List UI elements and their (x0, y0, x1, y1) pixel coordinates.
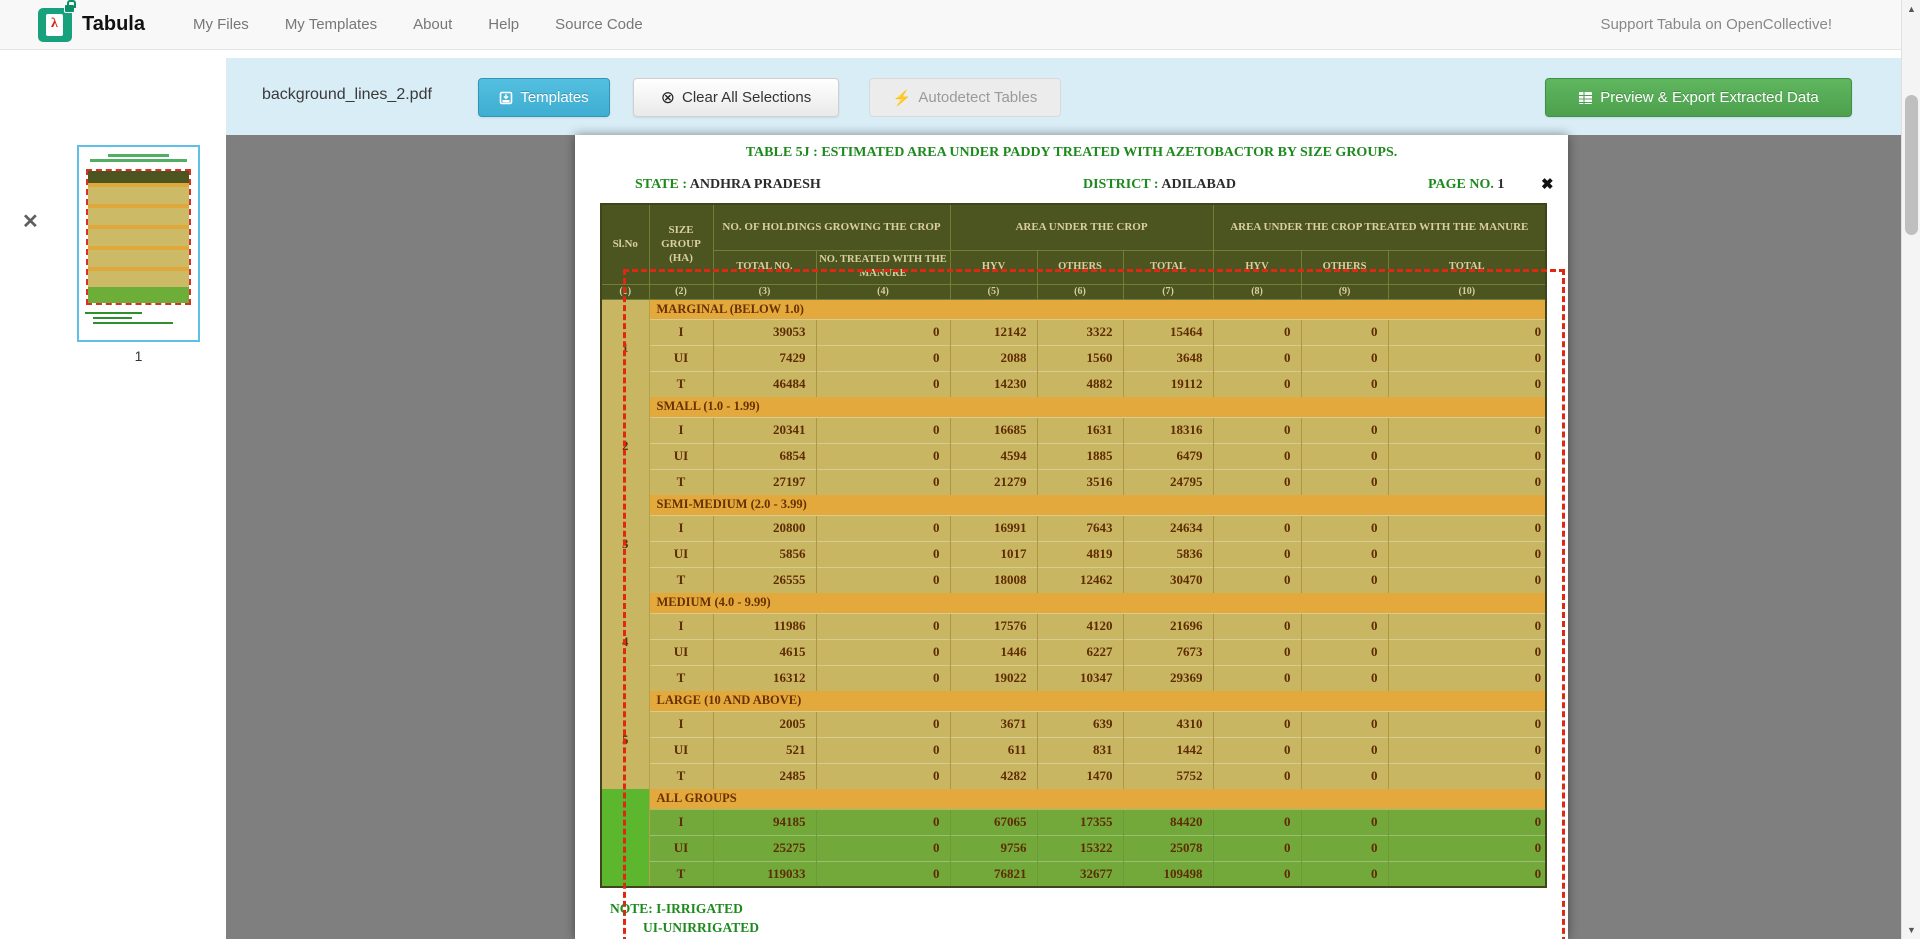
nav-item-help[interactable]: Help (470, 1, 537, 48)
support-link[interactable]: Support Tabula on OpenCollective! (1600, 16, 1832, 33)
remove-page-button[interactable]: ✕ (22, 212, 39, 232)
lightning-icon: ⚡ (893, 89, 912, 107)
nav-item-my-files[interactable]: My Files (175, 1, 267, 48)
page-thumbnail-sidebar: ✕ 1 (0, 50, 226, 939)
state-value: ANDHRA PRADESH (690, 177, 821, 192)
thumb-table-header (88, 171, 189, 183)
pdf-lambda-glyph: λ (46, 16, 63, 32)
toolbar: background_lines_2.pdf Templates ⊗ Clear… (226, 58, 1901, 135)
header-treated-group: AREA UNDER THE CROP TREATED WITH THE MAN… (1213, 204, 1546, 250)
autodetect-button-label: Autodetect Tables (918, 89, 1037, 106)
page-number-label: 1 (77, 348, 200, 364)
state-line: STATE : ANDHRA PRADESH (635, 177, 821, 193)
thumb-subtitle-line (90, 159, 188, 162)
tabula-app: λ Tabula My Files My Templates About Hel… (0, 0, 1920, 939)
header-area-group: AREA UNDER THE CROP (950, 204, 1213, 250)
document-filename: background_lines_2.pdf (262, 86, 432, 104)
scrollbar-down-arrow[interactable]: ▼ (1902, 925, 1920, 935)
circle-x-icon: ⊗ (661, 88, 675, 108)
window-scrollbar[interactable]: ▲ ▼ (1901, 0, 1920, 939)
tabula-logo-icon[interactable]: λ (38, 8, 72, 42)
pdf-table: Sl.No SIZE GROUP (HA) NO. OF HOLDINGS GR… (600, 203, 1547, 888)
header-holdings-group: NO. OF HOLDINGS GROWING THE CROP (713, 204, 950, 250)
district-line: DISTRICT : ADILABAD (1083, 177, 1236, 193)
scrollbar-up-arrow[interactable]: ▲ (1902, 4, 1920, 14)
thumb-table-green-rows (88, 287, 189, 303)
clear-all-selections-button[interactable]: ⊗ Clear All Selections (633, 78, 839, 117)
note-line-1: NOTE: I-IRRIGATED (610, 901, 759, 917)
scrollbar-thumb[interactable] (1905, 95, 1918, 235)
table-grid-icon (1578, 91, 1593, 105)
page-no-value: 1 (1497, 177, 1504, 192)
page-no-label: PAGE NO. (1428, 177, 1494, 192)
templates-button[interactable]: Templates (478, 78, 610, 117)
pdf-page: TABLE 5J : ESTIMATED AREA UNDER PADDY TR… (575, 135, 1568, 939)
export-button-label: Preview & Export Extracted Data (1600, 89, 1818, 106)
navbar: λ Tabula My Files My Templates About Hel… (0, 0, 1920, 50)
page-thumbnail[interactable] (77, 145, 200, 342)
brand-title[interactable]: Tabula (82, 13, 145, 36)
document-viewport: TABLE 5J : ESTIMATED AREA UNDER PADDY TR… (226, 135, 1901, 939)
thumb-title-line (108, 154, 170, 157)
preview-export-button[interactable]: Preview & Export Extracted Data (1545, 78, 1852, 117)
table-selection-rectangle[interactable] (623, 269, 1565, 939)
lock-icon (64, 4, 75, 13)
thumb-notes (85, 312, 188, 327)
nav-item-my-templates[interactable]: My Templates (267, 1, 395, 48)
clear-button-label: Clear All Selections (682, 89, 811, 106)
thumb-table-selection (86, 169, 191, 305)
selection-close-icon[interactable]: ✖ (1541, 175, 1554, 193)
district-value: ADILABAD (1161, 177, 1236, 192)
autodetect-tables-button[interactable]: ⚡ Autodetect Tables (869, 78, 1061, 117)
state-label: STATE : (635, 177, 687, 192)
note-line-2: UI-UNIRRIGATED (643, 920, 759, 936)
table-title: TABLE 5J : ESTIMATED AREA UNDER PADDY TR… (575, 145, 1568, 161)
district-label: DISTRICT : (1083, 177, 1159, 192)
table-notes: NOTE: I-IRRIGATED UI-UNIRRIGATED (610, 901, 759, 936)
templates-icon (499, 91, 513, 105)
page-no-line: PAGE NO. 1 (1428, 177, 1504, 193)
templates-button-label: Templates (520, 89, 588, 106)
thumb-table-rows (88, 183, 189, 287)
nav-item-source-code[interactable]: Source Code (537, 1, 661, 48)
nav-item-about[interactable]: About (395, 1, 470, 48)
